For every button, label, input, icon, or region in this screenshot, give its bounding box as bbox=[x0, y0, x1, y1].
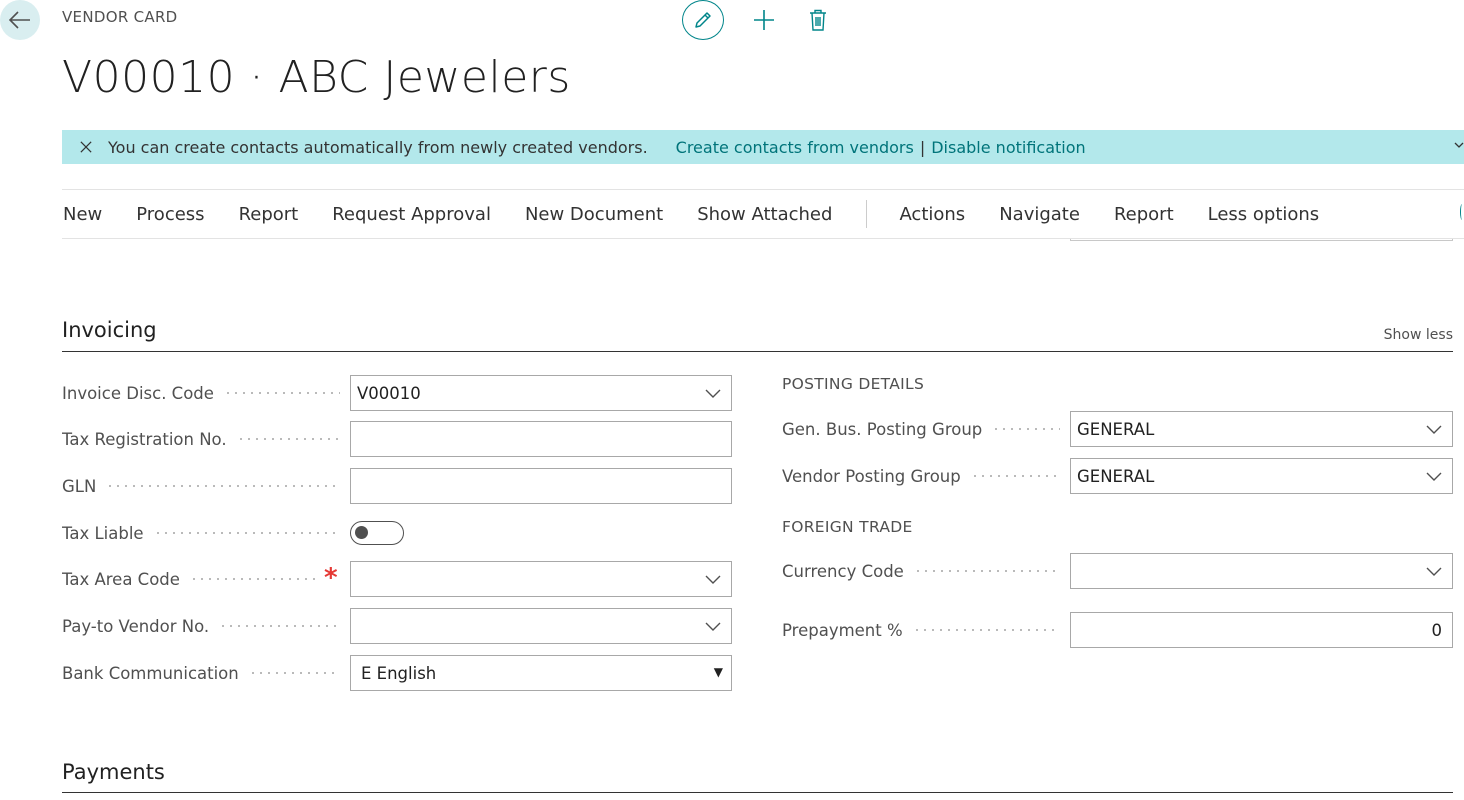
vendor-posting-group-label: Vendor Posting Group bbox=[782, 466, 961, 486]
show-less-button[interactable]: Show less bbox=[1384, 327, 1453, 343]
field-tax-registration-no: Tax Registration No. bbox=[62, 421, 732, 457]
bank-communication-label: Bank Communication bbox=[62, 663, 239, 683]
field-tax-area-code: Tax Area Code * bbox=[62, 561, 732, 597]
gln-label: GLN bbox=[62, 476, 97, 496]
action-navigate[interactable]: Navigate bbox=[999, 204, 1080, 225]
bank-communication-select[interactable]: E English ▼ bbox=[350, 655, 732, 691]
plus-icon bbox=[754, 10, 774, 30]
chevron-down-icon bbox=[705, 622, 721, 631]
close-notification-button[interactable] bbox=[62, 140, 92, 154]
tax-registration-no-label: Tax Registration No. bbox=[62, 429, 227, 449]
tax-registration-no-input[interactable] bbox=[350, 421, 732, 457]
action-report[interactable]: Report bbox=[239, 204, 299, 225]
search-icon[interactable] bbox=[1460, 204, 1464, 220]
top-actions bbox=[682, 0, 832, 40]
action-less-options[interactable]: Less options bbox=[1208, 204, 1320, 225]
notification-separator: | bbox=[919, 137, 926, 157]
required-icon: * bbox=[324, 563, 338, 593]
invoicing-title: Invoicing bbox=[62, 318, 157, 342]
vendor-posting-group-input[interactable]: GENERAL bbox=[1070, 458, 1453, 494]
chevron-down-icon bbox=[705, 575, 721, 584]
new-button[interactable] bbox=[750, 0, 778, 40]
foreign-trade-title: FOREIGN TRADE bbox=[782, 518, 913, 536]
pay-to-vendor-no-label: Pay-to Vendor No. bbox=[62, 616, 210, 636]
notification-bar: You can create contacts automatically fr… bbox=[62, 130, 1464, 164]
chevron-down-icon bbox=[1426, 567, 1442, 576]
toggle-knob bbox=[355, 526, 368, 539]
action-divider bbox=[866, 200, 868, 228]
tax-liable-label: Tax Liable bbox=[62, 523, 144, 543]
action-actions[interactable]: Actions bbox=[899, 204, 965, 225]
payments-section-header: Payments bbox=[62, 760, 1453, 793]
trash-icon bbox=[810, 9, 826, 31]
tax-liable-toggle[interactable] bbox=[350, 521, 404, 545]
dropdown-triangle-icon: ▼ bbox=[713, 665, 723, 679]
delete-button[interactable] bbox=[804, 0, 832, 40]
field-prepayment-pct: Prepayment % 0 bbox=[782, 612, 1453, 648]
posting-details-title: POSTING DETAILS bbox=[782, 375, 925, 393]
currency-code-label: Currency Code bbox=[782, 561, 904, 581]
gen-bus-posting-group-label: Gen. Bus. Posting Group bbox=[782, 419, 983, 439]
pay-to-vendor-no-input[interactable] bbox=[350, 608, 732, 644]
gen-bus-posting-group-input[interactable]: GENERAL bbox=[1070, 411, 1453, 447]
action-bar: New Process Report Request Approval New … bbox=[62, 189, 1464, 239]
chevron-down-icon bbox=[705, 389, 721, 398]
action-request-approval[interactable]: Request Approval bbox=[332, 204, 491, 225]
tax-area-code-label: Tax Area Code bbox=[62, 569, 180, 589]
invoice-disc-code-input[interactable]: V00010 bbox=[350, 375, 732, 411]
invoice-disc-code-label: Invoice Disc. Code bbox=[62, 383, 214, 403]
field-vendor-posting-group: Vendor Posting Group GENERAL bbox=[782, 458, 1453, 494]
action-new[interactable]: New bbox=[63, 204, 102, 225]
payments-title[interactable]: Payments bbox=[62, 760, 165, 784]
action-show-attached[interactable]: Show Attached bbox=[697, 204, 832, 225]
close-icon bbox=[80, 141, 92, 153]
pencil-icon bbox=[695, 12, 711, 28]
field-tax-liable: Tax Liable bbox=[62, 515, 404, 551]
arrow-left-icon bbox=[9, 11, 30, 29]
chevron-down-icon bbox=[1426, 425, 1442, 434]
page-caption: VENDOR CARD bbox=[62, 8, 178, 26]
field-invoice-disc-code: Invoice Disc. Code V00010 bbox=[62, 375, 732, 411]
gln-input[interactable] bbox=[350, 468, 732, 504]
page-title: V00010 · ABC Jewelers bbox=[62, 52, 571, 103]
notification-message: You can create contacts automatically fr… bbox=[108, 137, 648, 157]
scrolled-field-edge bbox=[1070, 239, 1453, 241]
field-gen-bus-posting-group: Gen. Bus. Posting Group GENERAL bbox=[782, 411, 1453, 447]
back-button[interactable] bbox=[0, 0, 40, 40]
prepayment-pct-label: Prepayment % bbox=[782, 620, 903, 640]
field-bank-communication: Bank Communication E English ▼ bbox=[62, 655, 732, 691]
currency-code-input[interactable] bbox=[1070, 553, 1453, 589]
edit-button[interactable] bbox=[682, 0, 724, 40]
tax-area-code-input[interactable] bbox=[350, 561, 732, 597]
action-new-document[interactable]: New Document bbox=[525, 204, 663, 225]
field-currency-code: Currency Code bbox=[782, 553, 1453, 589]
prepayment-pct-input[interactable]: 0 bbox=[1070, 612, 1453, 648]
action-process[interactable]: Process bbox=[136, 204, 204, 225]
invoicing-section-header: Invoicing Show less bbox=[62, 318, 1453, 352]
disable-notification-link[interactable]: Disable notification bbox=[931, 138, 1085, 157]
chevron-down-icon[interactable] bbox=[1454, 140, 1464, 150]
action-report-2[interactable]: Report bbox=[1114, 204, 1174, 225]
chevron-down-icon bbox=[1426, 472, 1442, 481]
field-pay-to-vendor-no: Pay-to Vendor No. bbox=[62, 608, 732, 644]
create-contacts-link[interactable]: Create contacts from vendors bbox=[676, 138, 914, 157]
field-gln: GLN bbox=[62, 468, 732, 504]
